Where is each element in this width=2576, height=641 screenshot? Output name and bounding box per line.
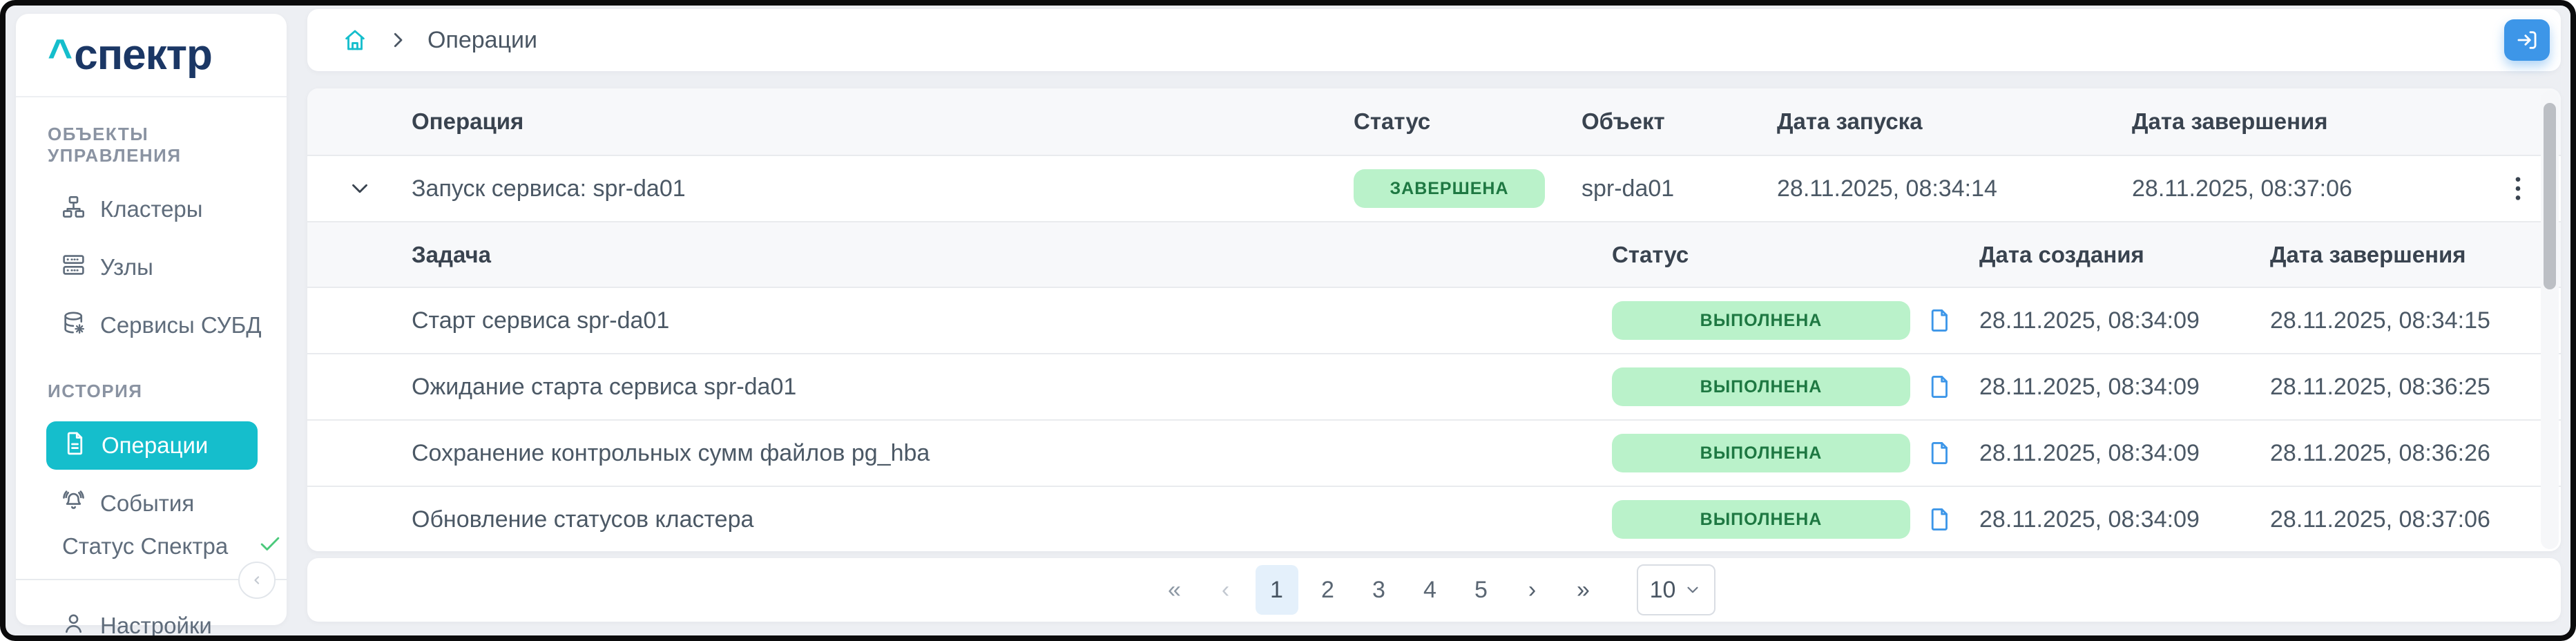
task-name: Ожидание старта сервиса spr-da01 bbox=[412, 374, 1612, 401]
breadcrumb-bar: Операции bbox=[307, 9, 2561, 71]
logo-caret: ^ bbox=[48, 30, 72, 79]
sidebar-item-db-services[interactable]: Сервисы СУБД bbox=[16, 296, 287, 354]
document-icon bbox=[62, 430, 88, 461]
task-status-badge: ВЫПОЛНЕНА bbox=[1612, 301, 1910, 340]
breadcrumb: Операции bbox=[427, 27, 537, 54]
task-log-file-icon[interactable] bbox=[1927, 307, 1953, 334]
sidebar-item-spektr-status[interactable]: Статус Спектра bbox=[16, 525, 287, 568]
sidebar: ^спектр ОБЪЕКТЫ УПРАВЛЕНИЯ Кластеры Узлы… bbox=[16, 14, 287, 625]
col-task: Задача bbox=[412, 242, 1612, 268]
task-status-badge: ВЫПОЛНЕНА bbox=[1612, 434, 1910, 472]
task-log-file-icon[interactable] bbox=[1927, 506, 1953, 533]
col-task-status: Статус bbox=[1612, 242, 1979, 268]
task-log-file-icon[interactable] bbox=[1927, 440, 1953, 466]
prev-page-button[interactable]: ‹ bbox=[1204, 565, 1247, 615]
last-page-button[interactable]: » bbox=[1562, 565, 1605, 615]
operations-table: Операция Статус Объект Дата запуска Дата… bbox=[307, 88, 2561, 551]
sidebar-item-label: Настройки bbox=[100, 613, 212, 635]
row-menu-kebab-icon[interactable] bbox=[2504, 173, 2532, 204]
task-row: Ожидание старта сервиса spr-da01 ВЫПОЛНЕ… bbox=[307, 353, 2561, 419]
sidebar-divider bbox=[16, 579, 287, 580]
database-gear-icon bbox=[61, 310, 86, 341]
first-page-button[interactable]: « bbox=[1153, 565, 1196, 615]
task-finished-date: 28.11.2025, 08:34:15 bbox=[2270, 307, 2561, 334]
task-created-date: 28.11.2025, 08:34:09 bbox=[1979, 440, 2270, 467]
login-button[interactable] bbox=[2504, 19, 2550, 61]
sidebar-item-label: Статус Спектра bbox=[62, 533, 228, 559]
sidebar-item-events[interactable]: События bbox=[16, 482, 287, 525]
operation-name: Запуск сервиса: spr-da01 bbox=[412, 175, 1354, 202]
sidebar-section-objects: ОБЪЕКТЫ УПРАВЛЕНИЯ bbox=[48, 124, 287, 166]
tasks-body: Старт сервиса spr-da01 ВЫПОЛНЕНА 28.11.2… bbox=[307, 287, 2561, 551]
next-page-button[interactable]: › bbox=[1511, 565, 1554, 615]
sidebar-item-operations[interactable]: Операции bbox=[46, 421, 258, 470]
chevron-right-icon bbox=[387, 30, 408, 50]
sidebar-item-clusters[interactable]: Кластеры bbox=[16, 180, 287, 238]
task-name: Сохранение контрольных сумм файлов pg_hb… bbox=[412, 440, 1612, 467]
task-row: Сохранение контрольных сумм файлов pg_hb… bbox=[307, 419, 2561, 486]
task-created-date: 28.11.2025, 08:34:09 bbox=[1979, 307, 2270, 334]
tasks-header-row: Задача Статус Дата создания Дата заверше… bbox=[307, 221, 2561, 287]
task-status-badge: ВЫПОЛНЕНА bbox=[1612, 500, 1910, 539]
window-frame: ^спектр ОБЪЕКТЫ УПРАВЛЕНИЯ Кластеры Узлы… bbox=[0, 0, 2576, 641]
task-name: Старт сервиса spr-da01 bbox=[412, 307, 1612, 334]
sidebar-item-label: Сервисы СУБД bbox=[100, 312, 262, 338]
operation-row: Запуск сервиса: spr-da01 ЗАВЕРШЕНА spr-d… bbox=[307, 155, 2561, 221]
app-background: ^спектр ОБЪЕКТЫ УПРАВЛЕНИЯ Кластеры Узлы… bbox=[6, 6, 2570, 635]
task-finished-date: 28.11.2025, 08:36:25 bbox=[2270, 374, 2561, 401]
col-status: Статус bbox=[1354, 108, 1582, 135]
operation-status-badge: ЗАВЕРШЕНА bbox=[1354, 169, 1545, 208]
task-row: Обновление статусов кластера ВЫПОЛНЕНА 2… bbox=[307, 486, 2561, 551]
col-task-created: Дата создания bbox=[1979, 242, 2270, 268]
page-button-5[interactable]: 5 bbox=[1460, 565, 1503, 615]
task-created-date: 28.11.2025, 08:34:09 bbox=[1979, 374, 2270, 401]
operation-object: spr-da01 bbox=[1582, 175, 1777, 202]
col-finish-date: Дата завершения bbox=[2132, 108, 2503, 135]
sidebar-item-label: Узлы bbox=[100, 254, 153, 280]
task-row: Старт сервиса spr-da01 ВЫПОЛНЕНА 28.11.2… bbox=[307, 287, 2561, 353]
collapse-row-chevron-icon[interactable] bbox=[347, 175, 373, 202]
page-size-select[interactable]: 10 bbox=[1637, 564, 1715, 615]
col-task-finished: Дата завершения bbox=[2270, 242, 2561, 268]
logo-text: спектр bbox=[74, 30, 212, 79]
home-icon[interactable] bbox=[342, 27, 368, 53]
page-button-1[interactable]: 1 bbox=[1256, 565, 1298, 615]
pagination-bar: « ‹ 1 2 3 4 5 › » 10 bbox=[307, 558, 2561, 622]
task-status-badge: ВЫПОЛНЕНА bbox=[1612, 367, 1910, 406]
task-finished-date: 28.11.2025, 08:37:06 bbox=[2270, 506, 2561, 533]
task-log-file-icon[interactable] bbox=[1927, 374, 1953, 400]
bell-icon bbox=[61, 488, 86, 519]
operation-start-date: 28.11.2025, 08:34:14 bbox=[1777, 175, 2132, 202]
page-button-4[interactable]: 4 bbox=[1409, 565, 1452, 615]
sidebar-item-settings[interactable]: Настройки bbox=[16, 597, 287, 635]
cluster-icon bbox=[61, 194, 86, 225]
sidebar-collapse-button[interactable] bbox=[238, 562, 276, 599]
task-finished-date: 28.11.2025, 08:36:26 bbox=[2270, 440, 2561, 467]
status-ok-check-icon bbox=[257, 530, 283, 562]
col-operation: Операция bbox=[412, 108, 1354, 135]
operations-header-row: Операция Статус Объект Дата запуска Дата… bbox=[307, 88, 2561, 155]
scrollbar-thumb[interactable] bbox=[2544, 103, 2556, 289]
operation-finish-date: 28.11.2025, 08:37:06 bbox=[2132, 175, 2503, 202]
page-size-value: 10 bbox=[1650, 577, 1676, 604]
vertical-scrollbar bbox=[2541, 90, 2559, 549]
sidebar-section-history: ИСТОРИЯ bbox=[48, 381, 287, 402]
chevron-left-icon bbox=[247, 571, 267, 590]
page-button-3[interactable]: 3 bbox=[1358, 565, 1401, 615]
person-icon bbox=[61, 611, 86, 636]
col-object: Объект bbox=[1582, 108, 1777, 135]
sidebar-item-nodes[interactable]: Узлы bbox=[16, 238, 287, 296]
nodes-icon bbox=[61, 252, 86, 283]
task-name: Обновление статусов кластера bbox=[412, 506, 1612, 533]
chevron-down-icon bbox=[1684, 581, 1702, 599]
login-icon bbox=[2515, 28, 2539, 52]
app-logo: ^спектр bbox=[16, 14, 287, 97]
sidebar-item-label: Кластеры bbox=[100, 196, 203, 222]
sidebar-item-label: Операции bbox=[102, 432, 208, 459]
col-start-date: Дата запуска bbox=[1777, 108, 2132, 135]
task-created-date: 28.11.2025, 08:34:09 bbox=[1979, 506, 2270, 533]
sidebar-item-label: События bbox=[100, 490, 194, 517]
page-button-2[interactable]: 2 bbox=[1307, 565, 1349, 615]
